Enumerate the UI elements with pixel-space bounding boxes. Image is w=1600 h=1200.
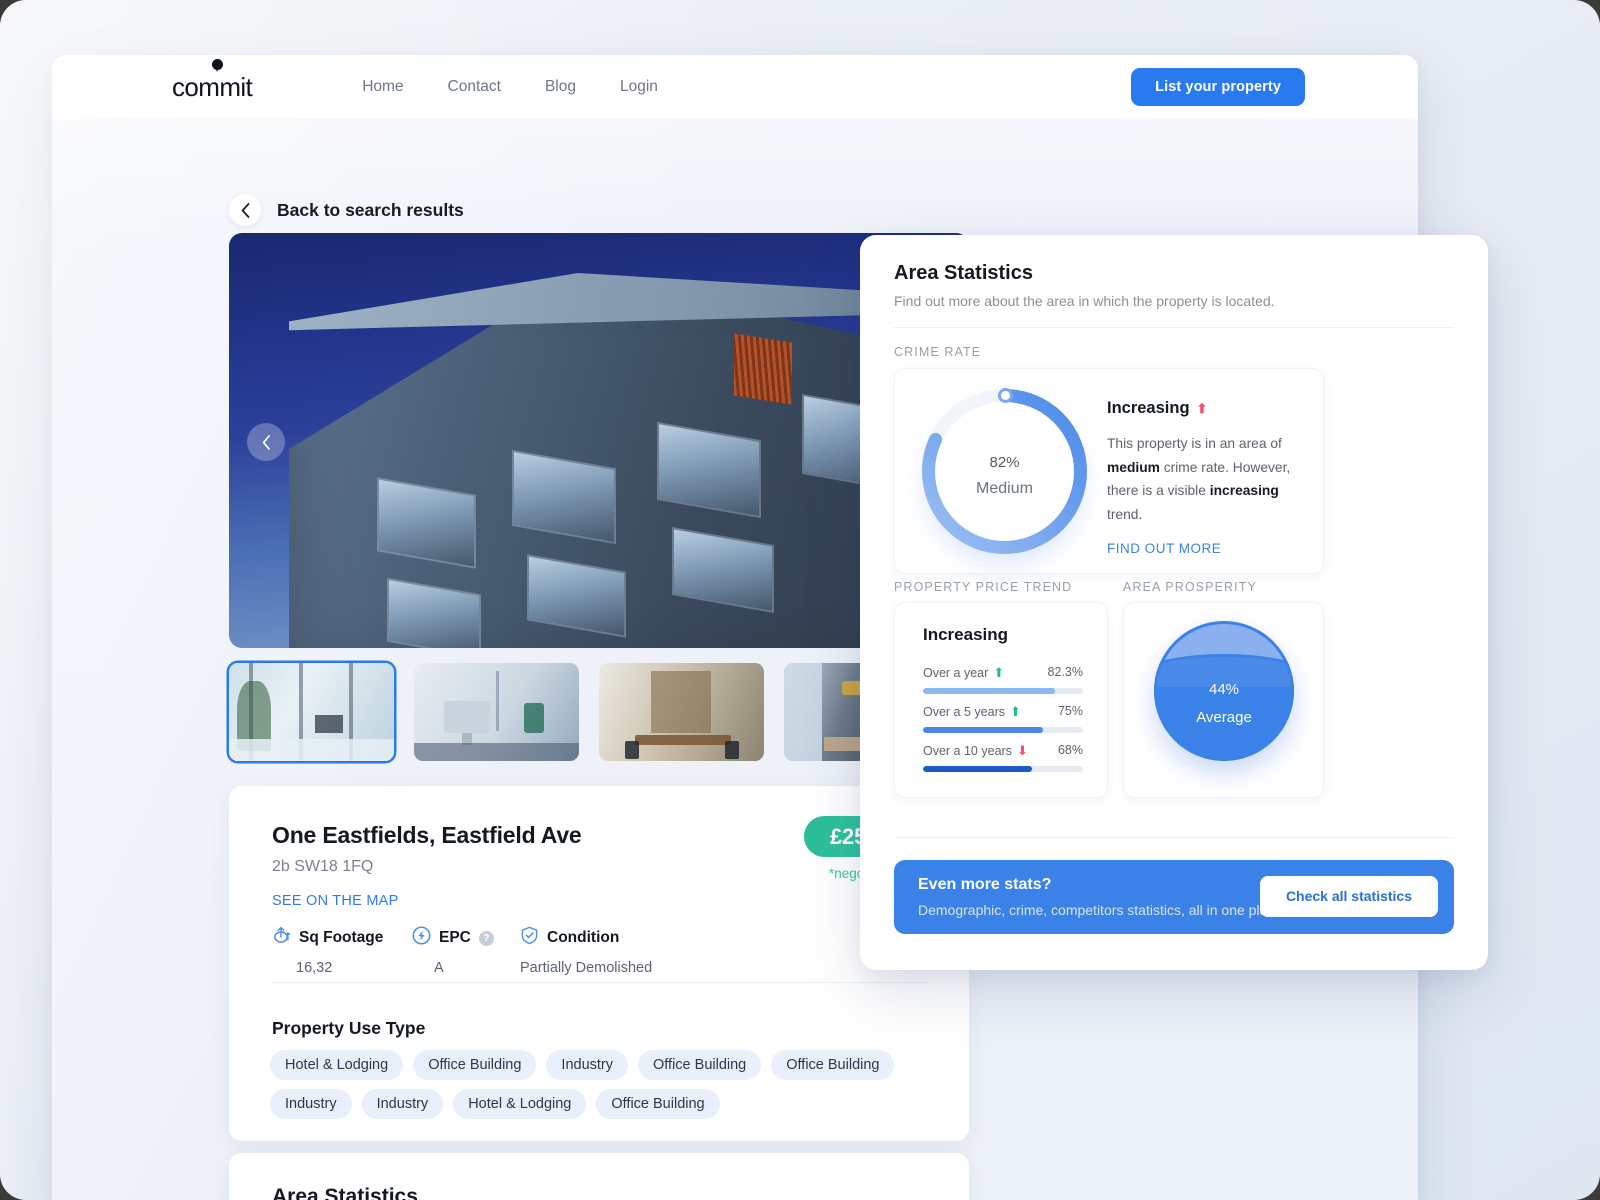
location-pin-icon <box>212 58 224 72</box>
thumbnail-3[interactable] <box>599 663 764 761</box>
property-hero-image <box>229 233 969 648</box>
trend-up-arrow-icon: ⬆ <box>1196 400 1208 416</box>
use-type-tag[interactable]: Hotel & Lodging <box>453 1089 587 1119</box>
trend-bar <box>923 727 1083 733</box>
fact-condition: Condition Partially Demolished <box>520 926 652 976</box>
price-trend-card: Increasing Over a year ⬆ 82.3% Over a 5 … <box>894 602 1108 798</box>
thumbnail-gallery <box>229 663 969 763</box>
use-type-tag[interactable]: Office Building <box>413 1050 537 1080</box>
fact-epc: EPC ? A <box>412 926 520 976</box>
back-label: Back to search results <box>277 199 464 220</box>
nav-item-contact[interactable]: Contact <box>448 78 501 96</box>
trend-row: Over a 10 years ⬇ 68% <box>923 743 1083 772</box>
crime-rate-label: CRIME RATE <box>894 345 982 359</box>
use-type-tag[interactable]: Office Building <box>596 1089 720 1119</box>
crime-rate-rating: Medium <box>976 480 1033 497</box>
nav-links: Home Contact Blog Login <box>362 78 658 96</box>
crime-rate-card: 82% Medium Increasing ⬆ This property is… <box>894 368 1324 574</box>
back-to-search-results[interactable]: Back to search results <box>229 194 464 226</box>
promo-subtitle: Demographic, crime, competitors statisti… <box>918 902 1287 918</box>
crime-rate-value: 82% <box>989 454 1020 471</box>
brand-logo[interactable]: commit <box>172 58 253 103</box>
gauge-handle-dot[interactable] <box>998 388 1013 403</box>
see-on-map-link[interactable]: SEE ON THE MAP <box>272 893 399 909</box>
trend-bar <box>923 688 1083 694</box>
panel-title: Area Statistics <box>894 262 1033 284</box>
use-type-tag[interactable]: Industry <box>270 1089 352 1119</box>
nav-item-login[interactable]: Login <box>620 78 658 96</box>
panel-subtitle: Find out more about the area in which th… <box>894 293 1275 309</box>
area-prosperity-label: AREA PROSPERITY <box>1123 580 1257 594</box>
fact-label: EPC <box>439 929 471 946</box>
crime-trend-headline: Increasing ⬆ <box>1107 399 1307 418</box>
property-title: One Eastfields, Eastfield Ave <box>272 822 582 848</box>
crime-description: This property is in an area of medium cr… <box>1107 436 1291 523</box>
sq-footage-icon <box>272 926 291 950</box>
hero-prev-arrow-icon[interactable] <box>247 423 285 461</box>
trend-row: Over a 5 years ⬆ 75% <box>923 704 1083 733</box>
fact-label: Sq Footage <box>299 929 384 946</box>
condition-check-icon <box>520 926 539 950</box>
find-out-more-link[interactable]: FIND OUT MORE <box>1107 541 1307 556</box>
list-your-property-button[interactable]: List your property <box>1131 68 1305 106</box>
trend-row-value: 68% <box>1057 743 1083 757</box>
price-trend-headline: Increasing <box>923 625 1009 644</box>
property-detail-card: One Eastfields, Eastfield Ave 2b SW18 1F… <box>229 786 969 1141</box>
prosperity-water-gauge: 44% Average <box>1154 621 1294 761</box>
fact-value: A <box>434 960 444 976</box>
fact-value: 16,32 <box>296 960 333 976</box>
property-facts: Sq Footage 16,32 EPC ? A Condition Parti… <box>272 926 652 976</box>
area-prosperity-card: 44% Average <box>1123 602 1324 798</box>
fact-value: Partially Demolished <box>520 960 653 976</box>
top-navigation: commit Home Contact Blog Login List your… <box>52 55 1418 119</box>
panel-divider-2 <box>894 837 1454 838</box>
prosperity-value: 44% <box>1208 681 1240 698</box>
thumbnail-1[interactable] <box>229 663 394 761</box>
building-accent-shape <box>734 333 792 405</box>
nav-item-blog[interactable]: Blog <box>545 78 576 96</box>
panel-divider <box>894 327 1454 328</box>
brand-logo-text: commit <box>172 71 253 102</box>
thumbnail-2[interactable] <box>414 663 579 761</box>
fact-sq-footage: Sq Footage 16,32 <box>272 926 412 976</box>
trend-up-arrow-icon: ⬆ <box>1009 704 1021 719</box>
trend-down-arrow-icon: ⬇ <box>1016 743 1028 758</box>
nav-item-home[interactable]: Home <box>362 78 403 96</box>
fact-label: Condition <box>547 929 620 946</box>
promo-banner: Even more stats? Demographic, crime, com… <box>894 860 1454 934</box>
trend-row-value: 82.3% <box>1047 665 1083 679</box>
epc-bolt-icon <box>412 926 431 950</box>
use-type-tag[interactable]: Office Building <box>771 1050 895 1080</box>
area-statistics-card: Area Statistics Find out more about the … <box>229 1153 969 1200</box>
property-use-type-title: Property Use Type <box>272 1018 426 1038</box>
trend-row-value: 75% <box>1057 704 1083 718</box>
area-statistics-title: Area Statistics <box>272 1185 418 1200</box>
property-price-trend-label: PROPERTY PRICE TREND <box>894 580 1073 594</box>
divider <box>272 982 926 983</box>
property-use-type-tags: Hotel & Lodging Office Building Industry… <box>270 1050 929 1119</box>
trend-up-arrow-icon: ⬆ <box>993 665 1005 680</box>
trend-bar <box>923 766 1083 772</box>
trend-row: Over a year ⬆ 82.3% <box>923 665 1083 694</box>
check-all-statistics-button[interactable]: Check all statistics <box>1259 876 1438 917</box>
crime-rate-gauge: 82% Medium <box>917 384 1092 559</box>
page-root: commit Home Contact Blog Login List your… <box>0 0 1600 1200</box>
crime-trend-text: Increasing <box>1107 399 1190 417</box>
use-type-tag[interactable]: Industry <box>361 1089 444 1119</box>
help-icon[interactable]: ? <box>478 930 494 946</box>
crime-rate-summary: Increasing ⬆ This property is in an area… <box>1107 399 1307 556</box>
use-type-tag[interactable]: Office Building <box>638 1050 762 1080</box>
use-type-tag[interactable]: Industry <box>546 1050 629 1080</box>
back-chevron-icon[interactable] <box>229 194 261 226</box>
use-type-tag[interactable]: Hotel & Lodging <box>270 1050 404 1080</box>
prosperity-rating: Average <box>1196 709 1252 726</box>
area-statistics-panel: Area Statistics Find out more about the … <box>860 235 1488 970</box>
property-postcode: 2b SW18 1FQ <box>272 858 374 875</box>
promo-title: Even more stats? <box>918 876 1052 893</box>
